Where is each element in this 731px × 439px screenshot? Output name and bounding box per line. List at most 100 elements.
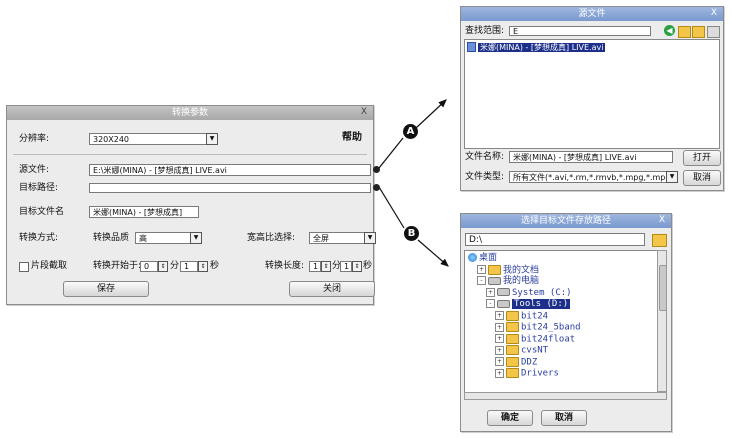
horizontal-scrollbar[interactable] — [464, 392, 667, 400]
file-icon — [467, 42, 476, 52]
close-icon[interactable]: X — [656, 215, 668, 226]
back-icon[interactable]: ◀ — [664, 25, 675, 36]
tree-item-label: 桌面 — [479, 253, 498, 263]
cancel-button[interactable]: 取消 — [683, 170, 721, 186]
scrollbar-thumb[interactable] — [659, 265, 667, 311]
folder-icon — [506, 322, 519, 332]
collapse-icon[interactable]: - — [486, 299, 495, 308]
dur-sec-spinner[interactable]: ⇕ — [352, 261, 362, 272]
target-name-field[interactable]: 米娜(MINA) - [梦想成真] — [89, 206, 199, 218]
computer-icon — [488, 276, 501, 285]
expand-icon[interactable]: + — [495, 334, 504, 343]
range-select[interactable]: E — [509, 26, 651, 36]
ratio-select[interactable]: 全屏 — [309, 232, 365, 244]
range-label: 查找范围: — [465, 26, 505, 36]
new-folder-icon[interactable] — [692, 26, 705, 38]
collapse-icon[interactable]: - — [477, 276, 486, 285]
tree-item[interactable]: + bit24float — [495, 333, 576, 345]
filetype-dropdown-icon[interactable]: ▼ — [666, 171, 678, 183]
expand-icon[interactable]: + — [495, 322, 504, 332]
cancel-button[interactable]: 取消 — [541, 410, 587, 426]
folder-icon — [488, 264, 501, 275]
up-folder-icon[interactable] — [678, 26, 691, 38]
title-bar: 选择目标文件存放路径 — [461, 214, 671, 228]
expand-icon[interactable]: + — [477, 265, 486, 274]
tree-item-label: DDZ — [521, 357, 538, 367]
tree-item[interactable]: + bit24_5band — [495, 322, 581, 333]
dur-sec-field[interactable]: 1 — [340, 261, 352, 272]
vertical-scrollbar[interactable] — [657, 250, 667, 392]
callout-b-line-2 — [417, 239, 449, 267]
help-link[interactable]: 帮助 — [342, 132, 362, 144]
resolution-select[interactable]: 320X240 — [89, 133, 207, 145]
path-field[interactable]: D:\ — [465, 233, 645, 246]
callout-a-line-1 — [378, 137, 404, 169]
filetype-label: 文件类型: — [465, 172, 505, 182]
tree-item[interactable]: + cvsNT — [495, 345, 548, 356]
tree-item[interactable]: + System (C:) — [486, 287, 572, 299]
save-button[interactable]: 保存 — [63, 281, 149, 297]
view-menu-icon[interactable] — [707, 26, 720, 38]
start-sec-unit: 秒 — [210, 261, 220, 271]
expand-icon[interactable]: + — [486, 287, 495, 297]
source-file-field[interactable]: E:\米娜(MINA) - [梦想成真] LIVE.avi — [89, 164, 371, 176]
quality-select[interactable]: 高 — [135, 232, 191, 244]
filename-field[interactable]: 米娜(MINA) - [梦想成真] LIVE.avi — [509, 151, 673, 163]
ratio-dropdown-icon[interactable]: ▼ — [364, 232, 376, 244]
folder-icon — [506, 333, 519, 344]
expand-icon[interactable]: + — [495, 345, 504, 355]
callout-a-line-2 — [415, 99, 447, 129]
expand-icon[interactable]: + — [495, 311, 504, 320]
clip-checkbox[interactable] — [19, 262, 29, 272]
expand-icon[interactable]: + — [495, 368, 504, 378]
dur-min-field[interactable]: 1 — [309, 261, 321, 272]
dur-min-spinner[interactable]: ⇕ — [321, 261, 331, 272]
close-icon[interactable]: X — [708, 8, 720, 19]
tree-item-label: bit24float — [521, 334, 576, 344]
folder-icon — [506, 310, 519, 321]
tree-item[interactable]: + bit24 — [495, 310, 548, 322]
start-min-unit: 分 — [170, 261, 180, 271]
expand-icon[interactable]: + — [495, 357, 504, 366]
filetype-select[interactable]: 所有文件(*.avi,*.rm,*.rmvb,*.mpg,*.mpe — [509, 171, 667, 183]
start-time-label: 转换开始于: — [93, 261, 142, 271]
quality-dropdown-icon[interactable]: ▼ — [190, 232, 202, 244]
convert-settings-dialog: 转换参数 X 分辨率: 320X240 ▼ 帮助 源文件: E:\米娜(MINA… — [6, 105, 380, 305]
source-file-dialog: 源文件 X 查找范围: E ◀ 米娜(MINA) - [梦想成真] LIVE.a… — [460, 6, 724, 191]
duration-label: 转换长度: — [265, 261, 305, 271]
folder-tree[interactable]: 桌面 + 我的文档 - 我的电脑 + System (C:) - Tools (D:) + bit2… — [464, 250, 658, 394]
ok-button[interactable]: 确定 — [487, 410, 533, 426]
start-sec-spinner[interactable]: ⇕ — [198, 261, 208, 272]
clip-checkbox-label: 片段截取 — [31, 261, 68, 271]
resolution-dropdown-icon[interactable]: ▼ — [206, 133, 218, 145]
tree-item[interactable]: + 我的文档 — [477, 264, 539, 276]
tree-item[interactable]: - Tools (D:) — [486, 299, 571, 310]
start-min-field[interactable]: 0 — [140, 261, 158, 272]
tree-item[interactable]: 桌面 — [468, 253, 497, 264]
file-item-label: 米娜(MINA) - [梦想成真] LIVE.avi — [478, 42, 606, 52]
tree-item-label: Drivers — [521, 368, 559, 379]
title-bar: 转换参数 — [7, 106, 373, 120]
target-path-field[interactable] — [89, 183, 371, 193]
file-list[interactable]: 米娜(MINA) - [梦想成真] LIVE.avi — [464, 39, 720, 149]
tree-item-label: bit24_5band — [521, 322, 581, 333]
close-icon[interactable]: X — [358, 107, 370, 118]
folder-icon — [506, 368, 519, 378]
folder-icon — [506, 356, 519, 367]
tree-item[interactable]: - 我的电脑 — [477, 276, 539, 287]
callout-b-line-1 — [378, 186, 405, 229]
new-folder-icon[interactable] — [652, 234, 667, 247]
start-sec-field[interactable]: 1 — [180, 261, 198, 272]
mode-value: 转换品质 — [93, 233, 130, 243]
browse-target-icon[interactable] — [373, 184, 380, 191]
tree-item-label: cvsNT — [521, 345, 549, 356]
close-button[interactable]: 关闭 — [289, 281, 375, 297]
start-min-spinner[interactable]: ⇕ — [158, 261, 168, 272]
list-item[interactable]: 米娜(MINA) - [梦想成真] LIVE.avi — [467, 42, 606, 52]
open-button[interactable]: 打开 — [683, 150, 721, 166]
title-bar: 源文件 — [461, 7, 723, 21]
browse-source-icon[interactable] — [373, 166, 380, 173]
dialog-title: 选择目标文件存放路径 — [520, 216, 611, 226]
tree-item[interactable]: + Drivers — [495, 368, 559, 379]
tree-item[interactable]: + DDZ — [495, 356, 538, 368]
